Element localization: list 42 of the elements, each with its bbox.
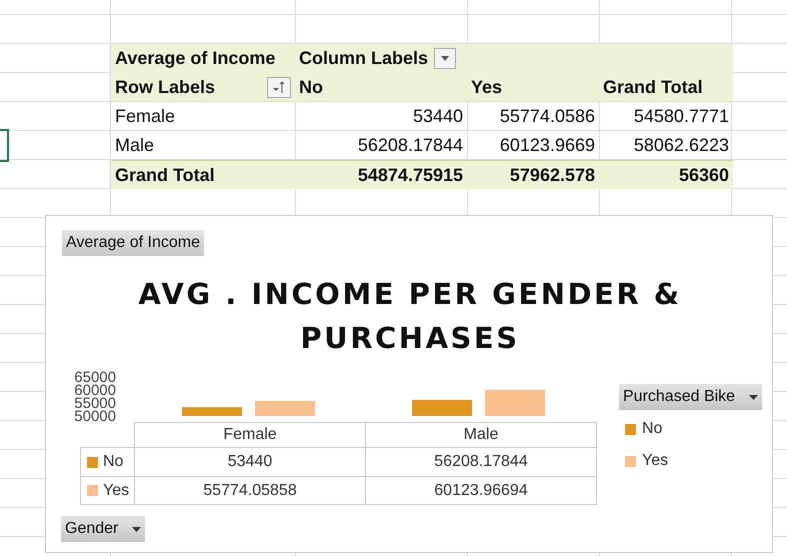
table-cell: 55774.05858: [134, 476, 366, 505]
table-cell-text: 60123.9669: [498, 135, 596, 156]
row-label: Male: [114, 135, 156, 156]
axis-field-button[interactable]: Gender: [61, 516, 146, 542]
table-header: Column Labels: [299, 48, 428, 69]
bar[interactable]: [182, 407, 242, 416]
legend-field-button[interactable]: Purchased Bike: [619, 384, 762, 410]
table-header: Yes: [470, 76, 504, 98]
table-header: Average of Income: [114, 48, 276, 69]
row-label: Female: [114, 106, 176, 127]
table-cell-text: 56360: [678, 164, 730, 186]
selected-cell[interactable]: [0, 129, 9, 162]
axis-category-label: Male: [365, 422, 597, 448]
field-button[interactable]: Average of Income: [62, 230, 204, 256]
table-cell-text: 54874.75915: [356, 164, 464, 186]
chart-area[interactable]: Average of Income AVG . INCOME PER GENDER & PURCHASES 50000 55000 60000 65000 Female Male No 53440 56208.17844 Yes 55774.05858 60123.96694 Gender Purchased Bike No Yes: [45, 215, 773, 553]
bar[interactable]: [255, 400, 315, 416]
caret-icon: [441, 56, 450, 61]
table-cell-text: 55774.0586: [498, 106, 596, 127]
filter-button[interactable]: [434, 48, 456, 69]
row-label: Grand Total: [114, 164, 216, 186]
row-label: Yes: [103, 482, 130, 500]
caret-icon: [132, 526, 142, 532]
row-label: No: [103, 453, 124, 471]
table-cell-text: 56208.17844: [356, 135, 464, 156]
bar[interactable]: [485, 390, 545, 416]
table-cell: 60123.96694: [365, 476, 597, 505]
sort-filter-button[interactable]: [267, 76, 291, 98]
chart-title: AVG . INCOME PER GENDER & PURCHASES: [137, 276, 683, 357]
table-header: Row Labels: [115, 76, 216, 98]
caret-icon: [749, 394, 758, 400]
axis-category-label: Female: [134, 422, 366, 448]
table-cell-text: 53440: [412, 106, 464, 127]
table-cell-text: 54580.7771: [632, 106, 730, 127]
legend-label: No: [642, 420, 662, 438]
table-cell-text: 57962.578: [508, 164, 596, 186]
sort-icon: [272, 80, 286, 94]
table-header: No: [298, 76, 324, 98]
bar[interactable]: [412, 400, 472, 416]
table-header: Grand Total: [602, 76, 704, 98]
legend-label: Yes: [642, 452, 668, 470]
table-cell-text: 58062.6223: [632, 135, 730, 156]
